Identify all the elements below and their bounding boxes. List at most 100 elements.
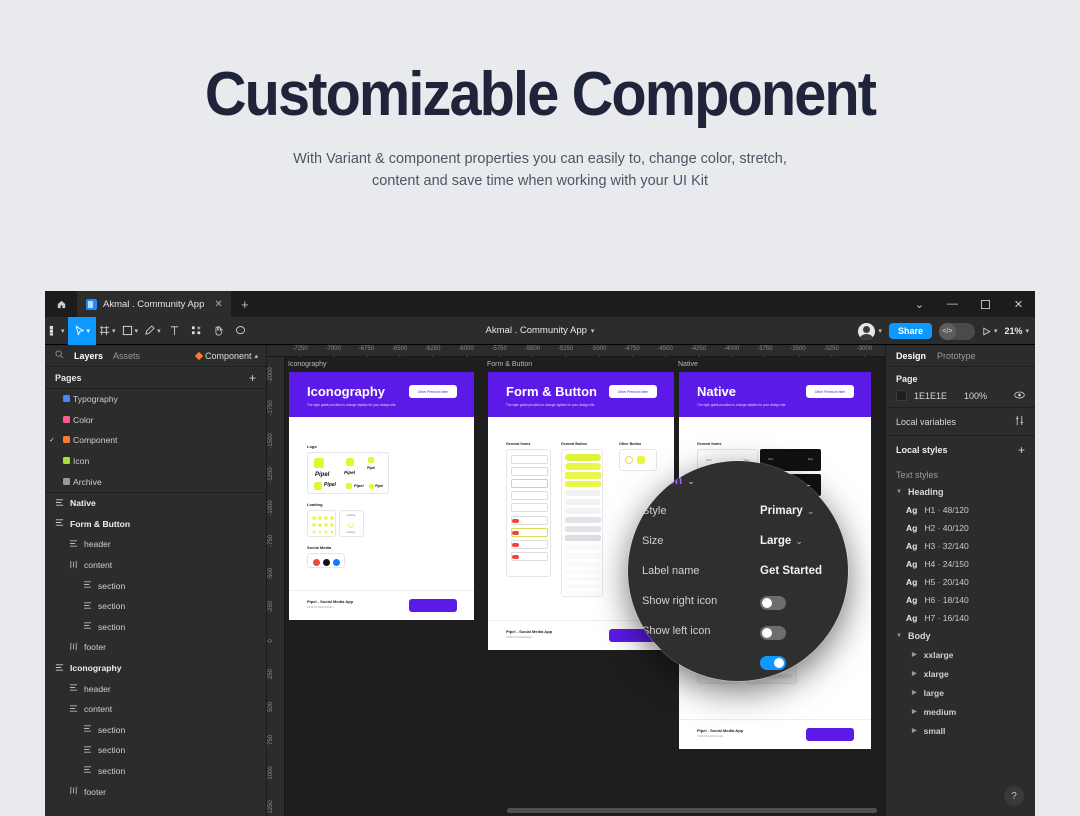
chevron-down-icon[interactable]: ▾ xyxy=(1025,327,1029,335)
button-sample[interactable] xyxy=(565,490,601,496)
tab-assets[interactable]: Assets xyxy=(113,351,140,361)
magnifier-lens[interactable]: Button ⌄ Style Primary ⌄ Size Large ⌄ La… xyxy=(628,461,848,681)
drag-handle-icon[interactable] xyxy=(816,474,830,488)
pen-tool-icon[interactable]: ▾ xyxy=(141,317,164,345)
button-sample[interactable] xyxy=(565,577,601,581)
property-row-size[interactable]: Size Large ⌄ xyxy=(642,535,834,555)
layer-item-section[interactable]: section xyxy=(45,596,266,617)
sliders-icon[interactable] xyxy=(1014,415,1025,428)
button-sample[interactable] xyxy=(565,508,601,514)
layer-item-iconography[interactable]: Iconography xyxy=(45,658,266,679)
page-opacity-value[interactable]: 100% xyxy=(964,391,987,401)
button-sample[interactable] xyxy=(565,517,601,523)
layer-item-section[interactable]: section xyxy=(45,617,266,638)
tab-prototype[interactable]: Prototype xyxy=(937,351,976,361)
text-style-h3[interactable]: Ag H3 · 32/140 xyxy=(886,537,1035,555)
chevron-down-icon[interactable]: ⌄ xyxy=(903,291,936,317)
button-sample[interactable] xyxy=(565,499,601,505)
window-close-button[interactable]: ✕ xyxy=(1002,291,1035,317)
search-icon[interactable] xyxy=(55,349,64,362)
property-row-show-left-icon[interactable]: Show left icon xyxy=(642,625,834,645)
shape-tool-icon[interactable]: ▾ xyxy=(119,317,142,345)
header-cta-button[interactable]: Other Premium Item xyxy=(806,385,854,398)
layer-item-form-button[interactable]: Form & Button xyxy=(45,514,266,535)
tab-layers[interactable]: Layers xyxy=(74,351,103,361)
new-tab-button[interactable]: + xyxy=(231,291,259,317)
property-value[interactable]: Primary ⌄ xyxy=(760,505,814,517)
text-style-group-large[interactable]: ▶ large xyxy=(886,683,1035,702)
page-fill-row[interactable]: 1E1E1E 100% xyxy=(886,388,1035,407)
add-style-button[interactable]: + xyxy=(1018,443,1025,457)
layer-item-header[interactable]: header xyxy=(45,534,266,555)
button-sample[interactable] xyxy=(565,562,601,567)
dev-mode-toggle[interactable]: </> xyxy=(938,322,975,340)
avatar[interactable] xyxy=(858,322,876,340)
style-group-body[interactable]: ▼ Body xyxy=(886,627,1035,645)
layer-item-section[interactable]: section xyxy=(45,575,266,596)
only-toggle[interactable] xyxy=(760,656,786,670)
chevron-down-icon[interactable]: ⌄ xyxy=(687,476,695,486)
minimize-button[interactable]: — xyxy=(936,291,969,317)
chevron-down-icon[interactable]: ▼ xyxy=(896,633,902,639)
layer-item-native[interactable]: Native xyxy=(45,493,266,514)
footer-cta-button[interactable] xyxy=(806,728,854,741)
local-variables-row[interactable]: Local variables xyxy=(886,408,1035,435)
header-cta-button[interactable]: Other Premium Item xyxy=(409,385,457,398)
button-sample[interactable] xyxy=(565,535,601,541)
chevron-right-icon[interactable]: ▶ xyxy=(912,651,917,658)
property-row-style[interactable]: Style Primary ⌄ xyxy=(642,505,834,525)
layer-item-section[interactable]: section xyxy=(45,740,266,761)
home-icon[interactable] xyxy=(45,291,77,317)
text-style-h6[interactable]: Ag H6 · 18/140 xyxy=(886,591,1035,609)
text-style-h4[interactable]: Ag H4 · 24/150 xyxy=(886,555,1035,573)
browser-tab[interactable]: Akmal . Community App ✕ xyxy=(77,291,231,317)
avatar-group[interactable]: ▾ xyxy=(858,322,882,340)
maximize-button[interactable] xyxy=(969,291,1002,317)
frame-label-native[interactable]: Native xyxy=(678,361,698,368)
property-row-show-right-icon[interactable]: Show right icon xyxy=(642,595,834,615)
frame-label-form-button[interactable]: Form & Button xyxy=(487,361,532,368)
text-style-h2[interactable]: Ag H2 · 40/120 xyxy=(886,519,1035,537)
layer-item-footer[interactable]: footer xyxy=(45,637,266,658)
chevron-right-icon[interactable]: ▶ xyxy=(912,689,917,696)
present-button[interactable]: ▾ xyxy=(982,326,997,336)
layer-item-footer[interactable]: footer xyxy=(45,781,266,802)
show-left-icon-toggle[interactable] xyxy=(760,626,786,640)
frame-label-iconography[interactable]: Iconography xyxy=(288,361,327,368)
chevron-right-icon[interactable]: ▶ xyxy=(912,708,917,715)
add-page-button[interactable]: + xyxy=(249,371,256,385)
help-button[interactable]: ? xyxy=(1004,786,1024,806)
layer-item-header[interactable]: header xyxy=(45,678,266,699)
show-right-icon-toggle[interactable] xyxy=(760,596,786,610)
frame-tool-icon[interactable]: ▾ xyxy=(96,317,119,345)
text-style-group-medium[interactable]: ▶ medium xyxy=(886,702,1035,721)
text-tool-icon[interactable] xyxy=(164,317,186,345)
canvas-area[interactable]: -7250 -7000 -6750 -6500 -6250 -6000 -5750 -5500… xyxy=(267,345,885,816)
text-style-group-xlarge[interactable]: ▶ xlarge xyxy=(886,664,1035,683)
style-group-heading[interactable]: ▼ Heading xyxy=(886,483,1035,501)
button-sample[interactable] xyxy=(565,481,601,487)
document-title[interactable]: Akmal . Community App xyxy=(486,325,587,336)
zoom-control[interactable]: 21% ▾ xyxy=(1004,326,1029,336)
text-style-h1[interactable]: Ag H1 · 48/120 xyxy=(886,501,1035,519)
current-page-badge[interactable]: Component ▴ xyxy=(194,345,258,367)
layer-item-content[interactable]: content xyxy=(45,699,266,720)
property-value[interactable]: Get Started xyxy=(760,565,822,577)
footer-cta-button[interactable] xyxy=(409,599,457,612)
text-style-h5[interactable]: Ag H5 · 20/140 xyxy=(886,573,1035,591)
chevron-right-icon[interactable]: ▶ xyxy=(912,670,917,677)
page-item-archive[interactable]: Archive xyxy=(45,471,266,492)
layer-item-content[interactable]: content xyxy=(45,555,266,576)
layer-item-section[interactable]: section xyxy=(45,720,266,741)
button-sample[interactable] xyxy=(565,454,601,461)
eye-icon[interactable] xyxy=(1014,391,1025,401)
button-sample[interactable] xyxy=(565,553,601,559)
page-item-component[interactable]: ✓ Component xyxy=(45,430,266,451)
share-button[interactable]: Share xyxy=(888,323,932,339)
close-icon[interactable]: ✕ xyxy=(214,299,222,310)
property-row-only[interactable]: Only xyxy=(642,655,834,675)
button-sample[interactable] xyxy=(565,570,601,574)
canvas-viewport[interactable]: Iconography Iconography The style guide … xyxy=(285,357,885,816)
horizontal-scrollbar[interactable] xyxy=(507,808,885,813)
property-row-label-name[interactable]: Label name Get Started xyxy=(642,565,834,585)
